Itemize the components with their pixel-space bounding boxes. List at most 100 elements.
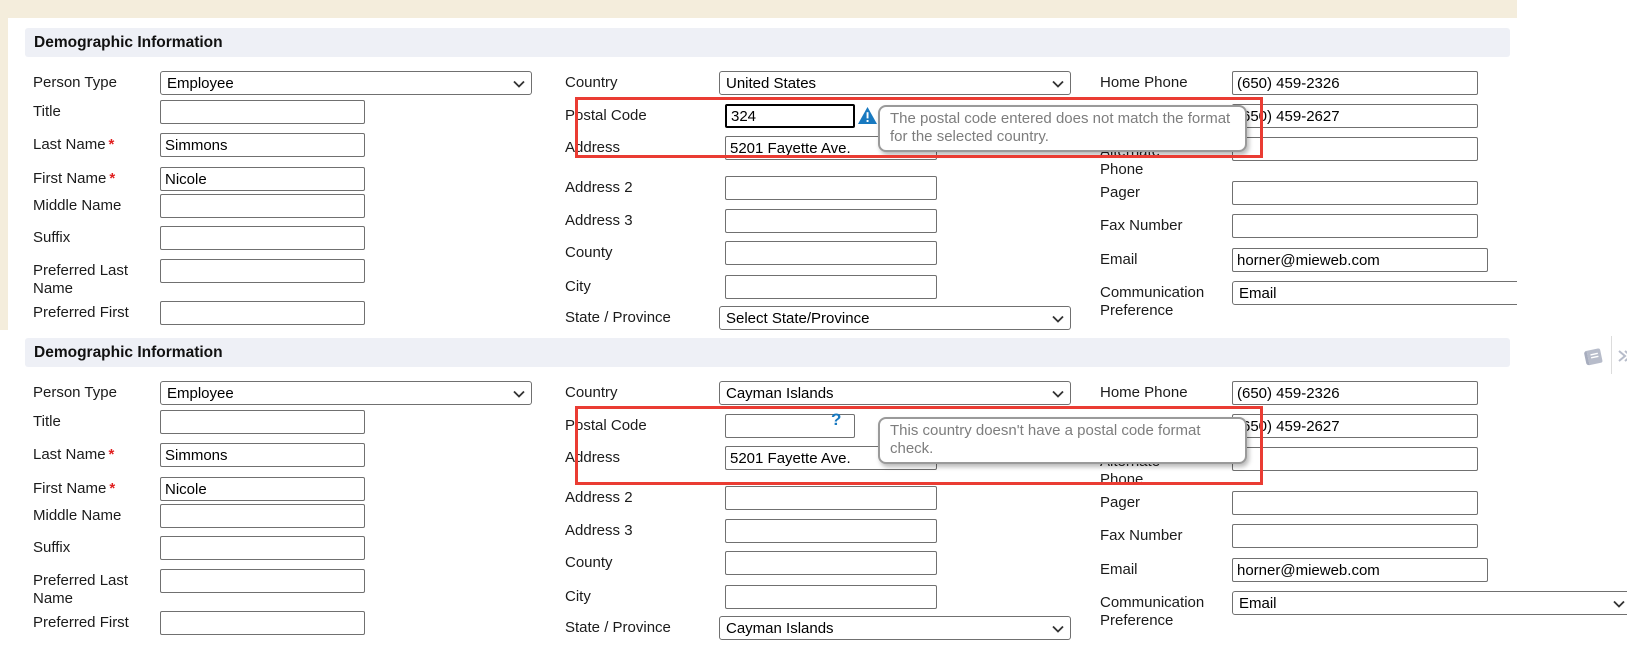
postal-code-label: Postal Code (565, 107, 675, 125)
county-label: County (565, 554, 675, 572)
first-name-label: First Name* (33, 480, 155, 498)
postal-code-tooltip: The postal code entered does not match t… (878, 105, 1247, 152)
address3-label: Address 3 (565, 522, 675, 540)
person-type-value: Employee (167, 385, 234, 402)
person-type-select[interactable]: Employee (160, 71, 532, 95)
county-input[interactable] (725, 241, 937, 265)
chevron-down-icon (513, 79, 525, 89)
state-value: Cayman Islands (726, 620, 834, 637)
pager-input[interactable] (1232, 181, 1478, 205)
postal-code-tooltip: This country doesn't have a postal code … (878, 417, 1247, 464)
email-input[interactable] (1232, 558, 1488, 582)
person-type-label: Person Type (33, 74, 155, 92)
pager-label: Pager (1100, 494, 1212, 512)
screenshot-top-us: Demographic Information Person Type Empl… (0, 0, 1517, 332)
city-input[interactable] (725, 275, 937, 299)
chevron-down-icon (1052, 389, 1064, 399)
person-type-value: Employee (167, 75, 234, 92)
person-type-select[interactable]: Employee (160, 381, 532, 405)
address2-label: Address 2 (565, 179, 675, 197)
postal-code-input[interactable] (725, 104, 855, 128)
chevron-down-icon (1613, 599, 1625, 609)
fax-number-label: Fax Number (1100, 527, 1212, 545)
suffix-label: Suffix (33, 539, 155, 557)
state-value: Select State/Province (726, 310, 869, 327)
fax-number-input[interactable] (1232, 214, 1478, 238)
state-label: State / Province (565, 309, 675, 327)
country-label: Country (565, 74, 675, 92)
communication-preference-select[interactable]: Email (1232, 591, 1627, 615)
communication-preference-label: Communication Preference (1100, 284, 1212, 320)
alternate-phone-input[interactable] (1232, 137, 1478, 161)
postal-code-label: Postal Code (565, 417, 675, 435)
address3-input[interactable] (725, 519, 937, 543)
city-input[interactable] (725, 585, 937, 609)
chevron-down-icon (1052, 79, 1064, 89)
suffix-label: Suffix (33, 229, 155, 247)
address2-label: Address 2 (565, 489, 675, 507)
middle-name-label: Middle Name (33, 197, 155, 215)
communication-preference-select[interactable]: Email (1232, 281, 1517, 305)
chevron-down-icon (1052, 314, 1064, 324)
address3-input[interactable] (725, 209, 937, 233)
preferred-first-input[interactable] (160, 301, 365, 325)
address2-input[interactable] (725, 486, 937, 510)
county-input[interactable] (725, 551, 937, 575)
title-label: Title (33, 103, 155, 121)
pager-label: Pager (1100, 184, 1212, 202)
email-input[interactable] (1232, 248, 1488, 272)
screenshot-bottom-cayman: Demographic Information Person Type Empl… (0, 330, 1627, 646)
country-label: Country (565, 384, 675, 402)
middle-name-input[interactable] (160, 194, 365, 218)
communication-preference-label: Communication Preference (1100, 594, 1212, 630)
preferred-first-label: Preferred First (33, 614, 155, 632)
last-name-label: Last Name* (33, 136, 155, 154)
preferred-last-input[interactable] (160, 569, 365, 593)
email-label: Email (1100, 251, 1212, 269)
last-name-input[interactable] (160, 133, 365, 157)
address2-input[interactable] (725, 176, 937, 200)
home-phone-input[interactable] (1232, 381, 1478, 405)
title-label: Title (33, 413, 155, 431)
country-select[interactable]: Cayman Islands (719, 381, 1071, 405)
state-select[interactable]: Select State/Province (719, 306, 1071, 330)
title-input[interactable] (160, 100, 365, 124)
help-question-icon[interactable]: ? (831, 410, 841, 430)
state-select[interactable]: Cayman Islands (719, 616, 1071, 640)
required-asterisk: * (109, 480, 115, 497)
address3-label: Address 3 (565, 212, 675, 230)
alternate-phone-input[interactable] (1232, 447, 1478, 471)
chevron-down-icon (513, 389, 525, 399)
country-value: Cayman Islands (726, 385, 834, 402)
email-label: Email (1100, 561, 1212, 579)
first-name-input[interactable] (160, 167, 365, 191)
required-asterisk: * (109, 446, 115, 463)
chevron-down-icon (1052, 624, 1064, 634)
county-label: County (565, 244, 675, 262)
required-asterisk: * (109, 170, 115, 187)
required-asterisk: * (109, 136, 115, 153)
fax-number-input[interactable] (1232, 524, 1478, 548)
suffix-input[interactable] (160, 536, 365, 560)
first-name-input[interactable] (160, 477, 365, 501)
home-phone-input[interactable] (1232, 71, 1478, 95)
suffix-input[interactable] (160, 226, 365, 250)
preferred-first-label: Preferred First (33, 304, 155, 322)
address-label: Address (565, 449, 675, 467)
work-phone-input[interactable] (1232, 414, 1478, 438)
country-select[interactable]: United States (719, 71, 1071, 95)
work-phone-input[interactable] (1232, 104, 1478, 128)
address-label: Address (565, 139, 675, 157)
fax-number-label: Fax Number (1100, 217, 1212, 235)
preferred-first-input[interactable] (160, 611, 365, 635)
last-name-input[interactable] (160, 443, 365, 467)
home-phone-label: Home Phone (1100, 384, 1212, 402)
last-name-label: Last Name* (33, 446, 155, 464)
person-type-label: Person Type (33, 384, 155, 402)
section-header: Demographic Information (25, 338, 1510, 367)
middle-name-input[interactable] (160, 504, 365, 528)
pager-input[interactable] (1232, 491, 1478, 515)
preferred-last-input[interactable] (160, 259, 365, 283)
warning-triangle-icon[interactable] (858, 107, 877, 129)
title-input[interactable] (160, 410, 365, 434)
